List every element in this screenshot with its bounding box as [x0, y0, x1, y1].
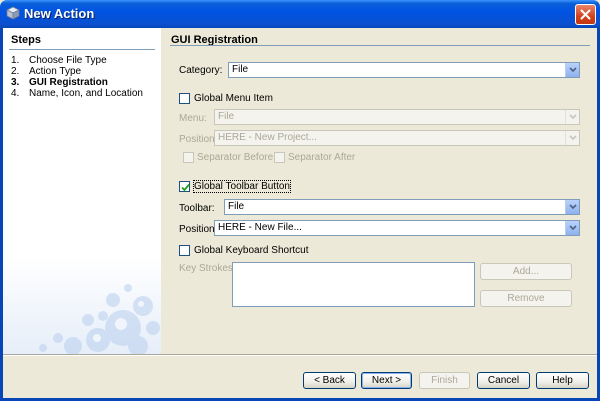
- separator-after-label: Separator After: [288, 152, 356, 163]
- checkmark-icon: [181, 183, 190, 192]
- cancel-button[interactable]: Cancel: [477, 372, 530, 389]
- chevron-down-icon: [569, 225, 577, 231]
- steps-heading: Steps: [11, 34, 41, 46]
- category-label: Category:: [179, 65, 223, 76]
- back-button[interactable]: < Back: [303, 372, 356, 389]
- toolbar-position-label: Position:: [179, 224, 218, 235]
- menu-combo[interactable]: File: [214, 109, 580, 125]
- chevron-down-icon: [569, 204, 577, 210]
- separator-after-checkbox[interactable]: [274, 152, 285, 163]
- step-item: 4. Name, Icon, and Location: [11, 88, 143, 99]
- steps-list: 1. Choose File Type 2. Action Type 3. GUI R…: [11, 55, 143, 99]
- finish-button[interactable]: Finish: [419, 372, 470, 389]
- toolbar-value: File: [228, 201, 245, 212]
- step-item: 1. Choose File Type: [11, 55, 107, 66]
- global-keyboard-checkbox[interactable]: [179, 245, 190, 256]
- step-label: GUI Registration: [29, 77, 108, 88]
- add-keystroke-button[interactable]: Add...: [480, 263, 572, 280]
- steps-divider: [9, 49, 155, 50]
- menu-position-combo[interactable]: HERE - New Project...: [214, 130, 580, 146]
- separator-before-checkbox[interactable]: [183, 152, 194, 163]
- decorative-bubbles: [39, 284, 160, 354]
- step-label: Name, Icon, and Location: [29, 88, 143, 99]
- menu-position-label: Position:: [179, 134, 218, 145]
- global-keyboard-label: Global Keyboard Shortcut: [194, 245, 309, 256]
- chevron-down-icon: [569, 114, 577, 120]
- steps-panel: Steps 1. Choose File Type 2. Action Type 3…: [3, 28, 161, 354]
- category-combo[interactable]: File: [228, 62, 580, 78]
- step-label: Action Type: [29, 66, 82, 77]
- title-bar[interactable]: New Action: [0, 0, 600, 28]
- global-menu-checkbox[interactable]: [179, 93, 190, 104]
- category-value: File: [232, 64, 249, 75]
- global-toolbar-label: Global Toolbar Button: [193, 180, 291, 193]
- toolbar-position-value: HERE - New File...: [218, 222, 302, 233]
- cube-icon: [6, 6, 20, 20]
- close-icon: [580, 9, 591, 20]
- close-button[interactable]: [575, 4, 596, 25]
- step-item: 2. Action Type: [11, 66, 82, 77]
- global-menu-label: Global Menu Item: [194, 93, 273, 104]
- next-button[interactable]: Next >: [361, 372, 412, 389]
- toolbar-position-combo[interactable]: HERE - New File...: [214, 220, 580, 236]
- remove-keystroke-button[interactable]: Remove: [480, 290, 572, 307]
- menu-value: File: [218, 111, 235, 122]
- chevron-down-icon: [569, 67, 577, 73]
- keystrokes-label: Key Strokes:: [179, 263, 236, 274]
- step-item-current: 3. GUI Registration: [11, 77, 108, 88]
- window-title: New Action: [24, 6, 95, 21]
- help-button[interactable]: Help: [536, 372, 589, 389]
- step-label: Choose File Type: [29, 55, 107, 66]
- toolbar-combo[interactable]: File: [224, 199, 580, 215]
- global-toolbar-checkbox[interactable]: [179, 181, 190, 192]
- chevron-down-icon: [569, 135, 577, 141]
- menu-position-value: HERE - New Project...: [218, 132, 317, 143]
- toolbar-label: Toolbar:: [179, 203, 215, 214]
- menu-label: Menu:: [179, 113, 207, 124]
- title-divider: [170, 45, 590, 46]
- keystrokes-list[interactable]: [232, 262, 475, 307]
- separator-before-label: Separator Before: [197, 152, 274, 163]
